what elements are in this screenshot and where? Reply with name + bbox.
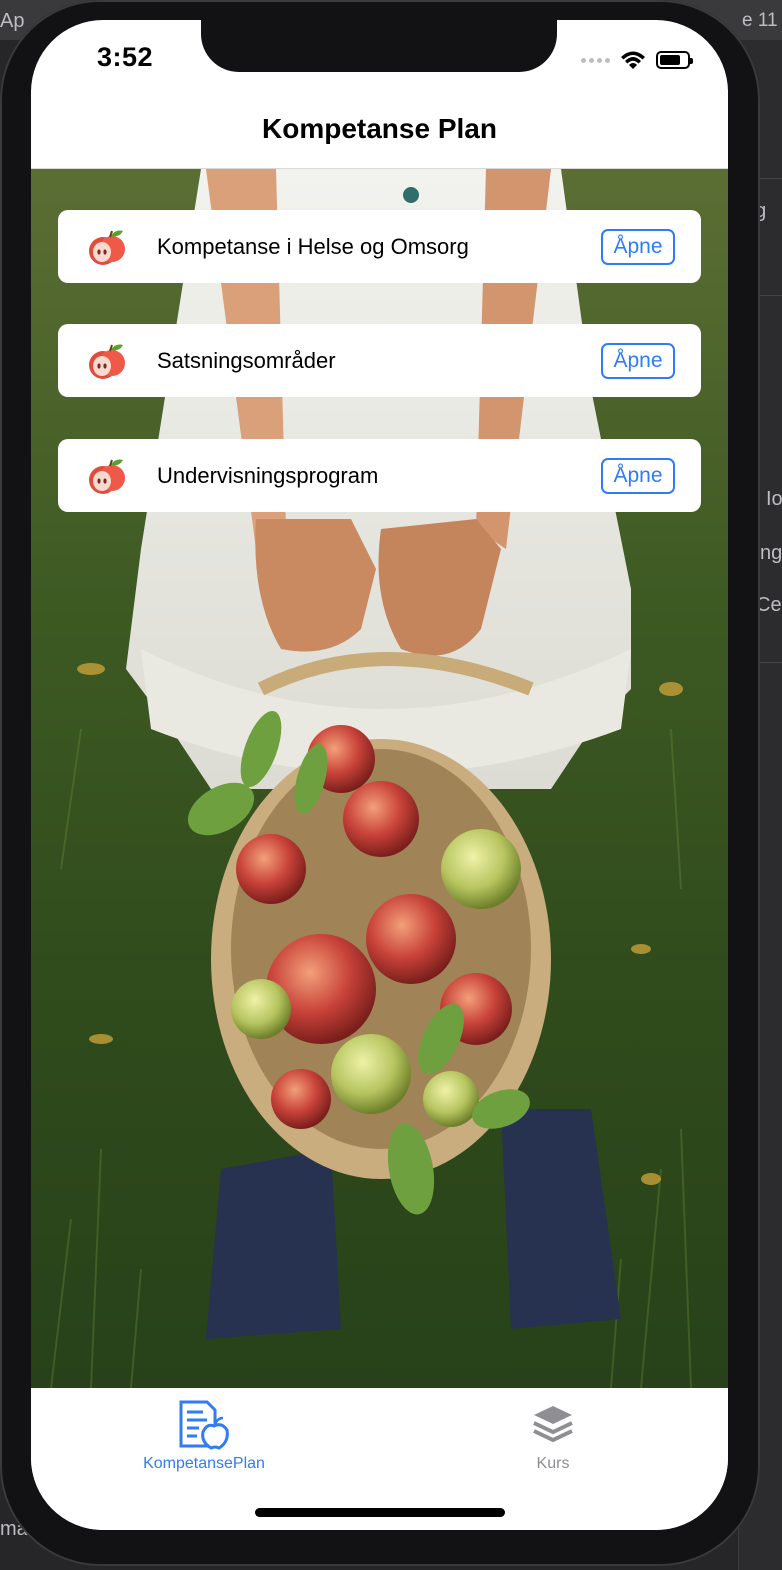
page-title: Kompetanse Plan: [262, 113, 497, 144]
tab-kurs[interactable]: Kurs: [453, 1398, 653, 1478]
apple-icon: [89, 344, 125, 379]
signal-icon: [581, 57, 610, 63]
open-button[interactable]: Åpne: [601, 342, 675, 379]
notch: [201, 20, 557, 72]
apple-icon: [89, 459, 125, 494]
navigation-bar: Kompetanse Plan: [31, 90, 728, 169]
document-apple-icon: [179, 1400, 229, 1450]
list-item[interactable]: Kompetanse i Helse og Omsorg Åpne: [58, 210, 701, 283]
desktop-text-fragment: Io: [766, 488, 782, 510]
layers-icon: [533, 1406, 573, 1443]
list-item-label: Kompetanse i Helse og Omsorg: [157, 233, 469, 259]
phone-screen: 3:52 Kompetanse Plan Kompetanse i Helse …: [31, 20, 728, 1530]
status-icons: [581, 48, 693, 72]
status-time: 3:52: [97, 42, 154, 72]
desktop-text-fragment: e 11: [742, 10, 778, 31]
phone-frame: 3:52 Kompetanse Plan Kompetanse i Helse …: [0, 0, 760, 1566]
desktop-text-fragment: ng: [760, 542, 782, 564]
tab-label: Kurs: [536, 1455, 570, 1472]
tab-kompetanseplan[interactable]: KompetansePlan: [104, 1398, 304, 1478]
tab-bar: KompetansePlan Kurs: [31, 1388, 728, 1530]
desktop-text-fragment: Ap: [0, 10, 25, 32]
open-button[interactable]: Åpne: [601, 228, 675, 265]
wifi-icon: [621, 51, 645, 69]
open-button[interactable]: Åpne: [601, 457, 675, 494]
list-item-label: Undervisningsprogram: [157, 462, 379, 488]
battery-icon: [656, 51, 693, 69]
list-item[interactable]: Undervisningsprogram Åpne: [58, 439, 701, 512]
list-item[interactable]: Satsningsområder Åpne: [58, 324, 701, 397]
apple-icon: [89, 230, 125, 265]
tab-label: KompetansePlan: [143, 1455, 265, 1472]
home-indicator: [255, 1508, 505, 1517]
list-item-label: Satsningsområder: [157, 347, 336, 373]
